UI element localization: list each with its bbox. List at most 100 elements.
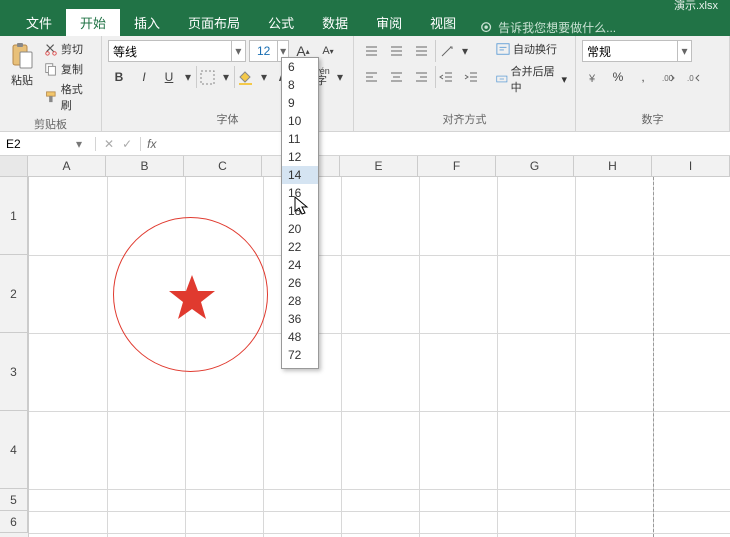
- dec-decimal-button[interactable]: .0: [682, 66, 704, 88]
- tab-审阅[interactable]: 审阅: [362, 9, 416, 36]
- name-box-input[interactable]: [0, 137, 70, 151]
- font-size-option-26[interactable]: 26: [282, 274, 318, 292]
- font-size-option-20[interactable]: 20: [282, 220, 318, 238]
- svg-text:.0: .0: [687, 74, 694, 83]
- currency-button[interactable]: ¥: [582, 66, 604, 88]
- decrease-font-button[interactable]: A▾: [317, 40, 339, 62]
- col-header-G[interactable]: G: [496, 156, 574, 176]
- name-box[interactable]: ▾: [0, 137, 96, 151]
- filename: 演示.xlsx: [674, 0, 718, 13]
- cancel-icon[interactable]: ✕: [104, 137, 114, 151]
- comma-button[interactable]: ,: [632, 66, 654, 88]
- name-box-arrow[interactable]: ▾: [70, 137, 88, 151]
- align-bottom-button[interactable]: [410, 40, 432, 62]
- tab-视图[interactable]: 视图: [416, 9, 470, 36]
- group-number: ▾ ¥ % , .00 .0 数字: [576, 36, 730, 131]
- row-header-5[interactable]: 5: [0, 489, 28, 511]
- row-header-3[interactable]: 3: [0, 333, 28, 411]
- formula-bar: ▾ ✕ ✓ fx: [0, 132, 730, 156]
- wrap-text-button[interactable]: 自动换行: [494, 40, 569, 58]
- merge-center-button[interactable]: 合并后居中 ▾: [494, 62, 569, 96]
- col-header-C[interactable]: C: [184, 156, 262, 176]
- col-header-H[interactable]: H: [574, 156, 652, 176]
- font-size-option-22[interactable]: 22: [282, 238, 318, 256]
- font-size-option-6[interactable]: 6: [282, 58, 318, 76]
- column-headers: ABCDEFGHI: [0, 156, 730, 177]
- cells-area[interactable]: [29, 177, 730, 537]
- formula-input[interactable]: [162, 136, 730, 151]
- font-size-option-more[interactable]: [282, 364, 318, 368]
- orientation-arrow[interactable]: ▾: [460, 40, 470, 62]
- number-format-combo[interactable]: ▾: [582, 40, 692, 62]
- font-size-option-48[interactable]: 48: [282, 328, 318, 346]
- fill-color-arrow[interactable]: ▾: [259, 66, 269, 88]
- underline-arrow[interactable]: ▾: [183, 66, 193, 88]
- col-header-B[interactable]: B: [106, 156, 184, 176]
- font-size-option-24[interactable]: 24: [282, 256, 318, 274]
- inc-decimal-button[interactable]: .00: [657, 66, 679, 88]
- col-header-I[interactable]: I: [652, 156, 730, 176]
- border-arrow[interactable]: ▾: [221, 66, 231, 88]
- svg-text:¥: ¥: [588, 73, 596, 85]
- font-size-option-10[interactable]: 10: [282, 112, 318, 130]
- font-name-input[interactable]: [109, 44, 231, 58]
- align-middle-button[interactable]: [385, 40, 407, 62]
- font-size-option-9[interactable]: 9: [282, 94, 318, 112]
- font-name-arrow[interactable]: ▾: [231, 41, 245, 61]
- align-center-button[interactable]: [385, 66, 407, 88]
- font-size-option-36[interactable]: 36: [282, 310, 318, 328]
- font-size-option-28[interactable]: 28: [282, 292, 318, 310]
- font-size-option-12[interactable]: 12: [282, 148, 318, 166]
- row-header-6[interactable]: 6: [0, 511, 28, 533]
- ruby-arrow[interactable]: ▾: [335, 66, 345, 88]
- ribbon-tabs: 文件开始插入页面布局公式数据审阅视图告诉我您想要做什么...: [0, 10, 730, 36]
- tab-开始[interactable]: 开始: [66, 9, 120, 36]
- col-header-A[interactable]: A: [28, 156, 106, 176]
- font-name-combo[interactable]: ▾: [108, 40, 246, 62]
- col-header-F[interactable]: F: [418, 156, 496, 176]
- indent-inc-button[interactable]: [460, 66, 482, 88]
- paste-button[interactable]: 粘贴: [6, 40, 38, 90]
- tab-页面布局[interactable]: 页面布局: [174, 9, 254, 36]
- align-left-button[interactable]: [360, 66, 382, 88]
- underline-button[interactable]: U: [158, 66, 180, 88]
- number-format-arrow[interactable]: ▾: [677, 41, 691, 61]
- tab-数据[interactable]: 数据: [308, 9, 362, 36]
- group-clipboard: 粘贴 剪切 复制 格式刷 剪贴板: [0, 36, 102, 131]
- enter-icon[interactable]: ✓: [122, 137, 132, 151]
- star-shape[interactable]: [167, 273, 217, 323]
- cursor-icon: [294, 196, 310, 216]
- font-size-option-72[interactable]: 72: [282, 346, 318, 364]
- align-top-button[interactable]: [360, 40, 382, 62]
- copy-button[interactable]: 复制: [42, 60, 95, 78]
- font-size-option-8[interactable]: 8: [282, 76, 318, 94]
- italic-button[interactable]: I: [133, 66, 155, 88]
- font-size-input[interactable]: [250, 44, 277, 58]
- border-button[interactable]: [196, 66, 218, 88]
- fx-icon[interactable]: fx: [141, 137, 162, 151]
- tab-文件[interactable]: 文件: [12, 9, 66, 36]
- font-size-option-11[interactable]: 11: [282, 130, 318, 148]
- row-headers: 123456: [0, 177, 29, 537]
- orientation-button[interactable]: [435, 40, 457, 62]
- tell-me[interactable]: 告诉我您想要做什么...: [480, 19, 616, 36]
- percent-button[interactable]: %: [607, 66, 629, 88]
- bold-button[interactable]: B: [108, 66, 130, 88]
- ribbon: 粘贴 剪切 复制 格式刷 剪贴板: [0, 36, 730, 132]
- row-header-4[interactable]: 4: [0, 411, 28, 489]
- indent-dec-button[interactable]: [435, 66, 457, 88]
- font-size-option-14[interactable]: 14: [282, 166, 318, 184]
- col-header-E[interactable]: E: [340, 156, 418, 176]
- align-right-button[interactable]: [410, 66, 432, 88]
- row-header-2[interactable]: 2: [0, 255, 28, 333]
- row-header-1[interactable]: 1: [0, 177, 28, 255]
- group-alignment: ▾ 自动换行 合并后居中 ▾: [354, 36, 576, 131]
- fill-color-button[interactable]: [234, 66, 256, 88]
- number-format-input[interactable]: [583, 44, 677, 58]
- select-all-corner[interactable]: [0, 156, 28, 176]
- format-painter-button[interactable]: 格式刷: [42, 80, 95, 114]
- tab-公式[interactable]: 公式: [254, 9, 308, 36]
- tab-插入[interactable]: 插入: [120, 9, 174, 36]
- cell-grid: ABCDEFGHI 123456: [0, 156, 730, 537]
- cut-button[interactable]: 剪切: [42, 40, 95, 58]
